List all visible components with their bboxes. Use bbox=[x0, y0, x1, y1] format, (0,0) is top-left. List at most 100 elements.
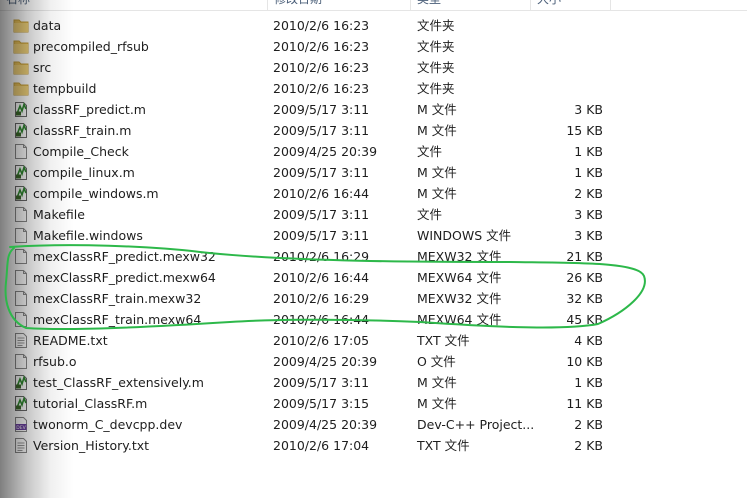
file-row[interactable]: README.txt 2010/2/6 17:05 TXT 文件 4 KB bbox=[0, 330, 747, 351]
column-header-type[interactable]: 类型 bbox=[411, 0, 531, 10]
file-row[interactable]: Version_History.txt 2010/2/6 17:04 TXT 文件 2… bbox=[0, 435, 747, 456]
file-type: MEXW32 文件 bbox=[417, 291, 502, 306]
file-name: test_ClassRF_extensively.m bbox=[33, 375, 204, 390]
file-row[interactable]: test_ClassRF_extensively.m 2009/5/17 3:11… bbox=[0, 372, 747, 393]
file-date: 2010/2/6 16:44 bbox=[273, 270, 370, 285]
folder-icon bbox=[13, 38, 29, 55]
file-name: Version_History.txt bbox=[33, 438, 150, 453]
column-header-size[interactable]: 大小 bbox=[531, 0, 611, 10]
file-type: Dev-C++ Project... bbox=[417, 417, 535, 432]
file-date: 2010/2/6 16:29 bbox=[273, 249, 370, 264]
file-date: 2009/5/17 3:11 bbox=[273, 123, 370, 138]
file-type: 文件 bbox=[417, 144, 443, 159]
file-name: classRF_train.m bbox=[33, 123, 132, 138]
file-row[interactable]: rfsub.o 2009/4/25 20:39 O 文件 10 KB bbox=[0, 351, 747, 372]
file-size: 2 KB bbox=[574, 186, 603, 201]
file-row[interactable]: Makefile.windows 2009/5/17 3:11 WINDOWS 文件… bbox=[0, 225, 747, 246]
file-date: 2010/2/6 16:23 bbox=[273, 81, 370, 96]
file-row[interactable]: data 2010/2/6 16:23 文件夹 bbox=[0, 15, 747, 36]
blank-file-icon bbox=[13, 290, 29, 307]
file-size bbox=[540, 36, 603, 57]
file-row[interactable]: Makefile 2009/5/17 3:11 文件 3 KB bbox=[0, 204, 747, 225]
file-row[interactable]: DEV twonorm_C_devcpp.dev 2009/4/25 20:39 De… bbox=[0, 414, 747, 435]
file-name: precompiled_rfsub bbox=[33, 39, 149, 54]
file-row[interactable]: tempbuild 2010/2/6 16:23 文件夹 bbox=[0, 78, 747, 99]
file-size: 1 KB bbox=[574, 144, 603, 159]
file-date: 2010/2/6 16:23 bbox=[273, 18, 370, 33]
file-type: TXT 文件 bbox=[417, 438, 470, 453]
m-file-icon bbox=[13, 101, 29, 118]
blank-file-icon bbox=[13, 311, 29, 328]
file-row[interactable]: classRF_predict.m 2009/5/17 3:11 M 文件 3 KB bbox=[0, 99, 747, 120]
file-name: rfsub.o bbox=[33, 354, 77, 369]
file-size: 1 KB bbox=[574, 165, 603, 180]
file-type: 文件夹 bbox=[417, 81, 455, 96]
column-header: 名称 修改日期 类型 大小 bbox=[0, 0, 747, 11]
column-header-date[interactable]: 修改日期 bbox=[268, 0, 411, 10]
file-type: 文件夹 bbox=[417, 18, 455, 33]
file-row[interactable]: mexClassRF_predict.mexw64 2010/2/6 16:44 M… bbox=[0, 267, 747, 288]
text-file-icon bbox=[13, 437, 29, 454]
devcpp-project-icon: DEV bbox=[13, 416, 29, 433]
file-size: 21 KB bbox=[566, 249, 603, 264]
file-row[interactable]: Compile_Check 2009/4/25 20:39 文件 1 KB bbox=[0, 141, 747, 162]
file-row[interactable]: src 2010/2/6 16:23 文件夹 bbox=[0, 57, 747, 78]
file-row[interactable]: classRF_train.m 2009/5/17 3:11 M 文件 15 KB bbox=[0, 120, 747, 141]
file-size: 10 KB bbox=[566, 354, 603, 369]
file-name: Compile_Check bbox=[33, 144, 129, 159]
column-header-name[interactable]: 名称 bbox=[0, 0, 268, 10]
file-date: 2010/2/6 17:04 bbox=[273, 438, 370, 453]
file-type: M 文件 bbox=[417, 375, 457, 390]
file-size: 3 KB bbox=[574, 102, 603, 117]
folder-icon bbox=[13, 59, 29, 76]
file-row[interactable]: mexClassRF_train.mexw32 2010/2/6 16:29 MEX… bbox=[0, 288, 747, 309]
file-date: 2010/2/6 17:05 bbox=[273, 333, 370, 348]
file-row[interactable]: tutorial_ClassRF.m 2009/5/17 3:15 M 文件 11 K… bbox=[0, 393, 747, 414]
file-name: Makefile.windows bbox=[33, 228, 143, 243]
file-date: 2009/5/17 3:11 bbox=[273, 207, 370, 222]
file-name: mexClassRF_train.mexw32 bbox=[33, 291, 202, 306]
file-date: 2009/5/17 3:15 bbox=[273, 396, 370, 411]
file-size: 2 KB bbox=[574, 438, 603, 453]
folder-icon bbox=[13, 17, 29, 34]
blank-file-icon bbox=[13, 227, 29, 244]
file-name: compile_windows.m bbox=[33, 186, 159, 201]
file-date: 2009/5/17 3:11 bbox=[273, 165, 370, 180]
file-date: 2010/2/6 16:23 bbox=[273, 60, 370, 75]
file-row[interactable]: compile_windows.m 2010/2/6 16:44 M 文件 2 KB bbox=[0, 183, 747, 204]
file-date: 2009/5/17 3:11 bbox=[273, 375, 370, 390]
file-row[interactable]: compile_linux.m 2009/5/17 3:11 M 文件 1 KB bbox=[0, 162, 747, 183]
file-type: 文件夹 bbox=[417, 39, 455, 54]
file-size: 15 KB bbox=[566, 123, 603, 138]
blank-file-icon bbox=[13, 143, 29, 160]
blank-file-icon bbox=[13, 248, 29, 265]
file-name: data bbox=[33, 18, 62, 33]
m-file-icon bbox=[13, 185, 29, 202]
file-date: 2009/4/25 20:39 bbox=[273, 144, 378, 159]
folder-icon bbox=[13, 80, 29, 97]
m-file-icon bbox=[13, 395, 29, 412]
file-size: 1 KB bbox=[574, 375, 603, 390]
file-type: O 文件 bbox=[417, 354, 456, 369]
file-size: 2 KB bbox=[574, 417, 603, 432]
blank-file-icon bbox=[13, 269, 29, 286]
file-size bbox=[540, 15, 603, 36]
file-name: tutorial_ClassRF.m bbox=[33, 396, 148, 411]
file-row[interactable]: precompiled_rfsub 2010/2/6 16:23 文件夹 bbox=[0, 36, 747, 57]
file-name: README.txt bbox=[33, 333, 108, 348]
file-row[interactable]: mexClassRF_train.mexw64 2010/2/6 16:44 MEX… bbox=[0, 309, 747, 330]
file-size: 3 KB bbox=[574, 207, 603, 222]
file-size: 45 KB bbox=[566, 312, 603, 327]
blank-file-icon bbox=[13, 206, 29, 223]
file-type: 文件 bbox=[417, 207, 443, 222]
text-file-icon bbox=[13, 332, 29, 349]
file-size: 4 KB bbox=[574, 333, 603, 348]
m-file-icon bbox=[13, 374, 29, 391]
file-name: classRF_predict.m bbox=[33, 102, 146, 117]
file-date: 2010/2/6 16:29 bbox=[273, 291, 370, 306]
file-name: twonorm_C_devcpp.dev bbox=[33, 417, 183, 432]
file-date: 2010/2/6 16:44 bbox=[273, 312, 370, 327]
file-row[interactable]: mexClassRF_predict.mexw32 2010/2/6 16:29 M… bbox=[0, 246, 747, 267]
file-name: mexClassRF_predict.mexw32 bbox=[33, 249, 216, 264]
file-name: mexClassRF_predict.mexw64 bbox=[33, 270, 216, 285]
